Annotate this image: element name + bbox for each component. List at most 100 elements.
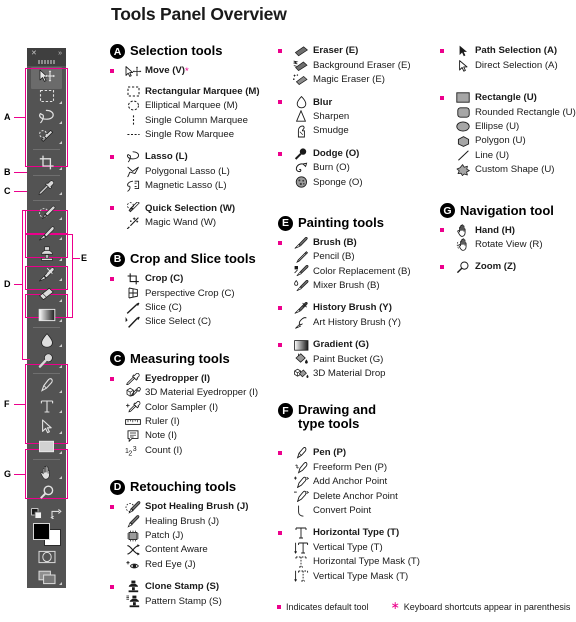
tool-row-eyedropper[interactable]: Eyedropper (I) xyxy=(110,371,278,385)
tool-row-magic-eraser[interactable]: Magic Eraser (E) xyxy=(278,73,440,87)
tool-row-rectangle[interactable]: Rectangle (U) xyxy=(440,91,576,105)
tool-row-perspective-crop[interactable]: Perspective Crop (C) xyxy=(110,286,278,300)
tool-row-note[interactable]: Note (I) xyxy=(110,429,278,443)
tool-row-vertical-type-mask[interactable]: Vertical Type Mask (T) xyxy=(278,569,440,583)
tool-row-single-column-marquee[interactable]: Single Column Marquee xyxy=(110,113,278,127)
tool-row-horizontal-type[interactable]: Horizontal Type (T) xyxy=(278,526,440,540)
toolbar-slot-clone-stamp[interactable] xyxy=(27,243,66,263)
tool-row-pencil[interactable]: Pencil (B) xyxy=(278,250,440,264)
toolbar-slot-rectangle-shape[interactable] xyxy=(27,437,66,457)
quick-mask-button[interactable] xyxy=(27,547,66,567)
tool-row-sponge[interactable]: Sponge (O) xyxy=(278,175,440,189)
toolbar-slot-pen[interactable] xyxy=(27,376,66,396)
tool-row-add-anchor-point[interactable]: Add Anchor Point xyxy=(278,475,440,489)
tool-row-color-sampler[interactable]: Color Sampler (I) xyxy=(110,400,278,414)
tool-row-color-replacement[interactable]: Color Replacement (B) xyxy=(278,264,440,278)
tool-row-move[interactable]: Move (V) * xyxy=(110,64,278,78)
toolbar-slot-quick-selection[interactable] xyxy=(27,127,66,147)
screen-mode-button[interactable] xyxy=(27,568,66,588)
tool-row-rounded-rectangle[interactable]: Rounded Rectangle (U) xyxy=(440,105,576,119)
toolbar-slot-gradient[interactable] xyxy=(27,305,66,325)
toolbar-slot-lasso[interactable] xyxy=(27,107,66,127)
tool-row-crop[interactable]: Crop (C) xyxy=(110,272,278,286)
tool-row-custom-shape[interactable]: Custom Shape (U) xyxy=(440,163,576,177)
tool-row-gradient[interactable]: Gradient (G) xyxy=(278,338,440,352)
swap-colors-icon[interactable] xyxy=(50,508,62,520)
tool-row-freeform-pen[interactable]: Freeform Pen (P) xyxy=(278,460,440,474)
tool-row-hand[interactable]: Hand (H) xyxy=(440,223,576,237)
toolbar-slot-zoom[interactable] xyxy=(27,482,66,502)
tool-row-brush[interactable]: Brush (B) xyxy=(278,236,440,250)
tool-row-spot-healing-brush[interactable]: Spot Healing Brush (J) xyxy=(110,500,278,514)
tool-row-patch[interactable]: Patch (J) xyxy=(110,529,278,543)
toolbar-slot-eyedropper[interactable] xyxy=(27,177,66,197)
toolbar-slot-marquee[interactable] xyxy=(27,86,66,106)
tool-row-path-selection[interactable]: Path Selection (A) xyxy=(440,44,576,58)
collapse-icon[interactable]: » xyxy=(58,50,62,57)
tool-row-3d-material-eyedropper[interactable]: 3D Material Eyedropper (I) xyxy=(110,386,278,400)
tool-row-blur[interactable]: Blur xyxy=(278,95,440,109)
tool-row-magnetic-lasso[interactable]: Magnetic Lasso (L) xyxy=(110,179,278,193)
tool-row-art-history-brush[interactable]: Art History Brush (Y) xyxy=(278,315,440,329)
panel-drag-grip[interactable] xyxy=(27,58,66,66)
tool-row-background-eraser[interactable]: Background Eraser (E) xyxy=(278,58,440,72)
tool-row-eraser[interactable]: Eraser (E) xyxy=(278,44,440,58)
toolbar-slot-eraser[interactable] xyxy=(27,284,66,304)
tool-row-zoom[interactable]: Zoom (Z) xyxy=(440,260,576,274)
slice-icon xyxy=(121,301,145,315)
toolbar-slot-blur[interactable] xyxy=(27,330,66,350)
tool-row-pen[interactable]: Pen (P) xyxy=(278,446,440,460)
tool-row-history-brush[interactable]: History Brush (Y) xyxy=(278,301,440,315)
default-colors-icon[interactable] xyxy=(31,508,42,520)
tool-row-slice-select[interactable]: Slice Select (C) xyxy=(110,315,278,329)
subgroup-hand: Hand (H) Rotate View (R) xyxy=(440,223,576,252)
toolbar-slot-history-brush[interactable] xyxy=(27,264,66,284)
tool-row-rotate-view[interactable]: Rotate View (R) xyxy=(440,238,576,252)
tool-row-magic-wand[interactable]: Magic Wand (W) xyxy=(110,216,278,230)
tool-row-quick-selection[interactable]: Quick Selection (W) xyxy=(110,201,278,215)
tool-row-slice[interactable]: Slice (C) xyxy=(110,301,278,315)
tool-row-content-aware[interactable]: Content Aware xyxy=(110,543,278,557)
tool-row-red-eye[interactable]: Red Eye (J) xyxy=(110,557,278,571)
tool-label: Vertical Type (T) xyxy=(313,541,383,553)
tool-label: Quick Selection (W) xyxy=(145,202,236,214)
toolbar-slot-hand[interactable] xyxy=(27,462,66,482)
tool-row-convert-point[interactable]: Convert Point xyxy=(278,504,440,518)
tool-row-mixer-brush[interactable]: Mixer Brush (B) xyxy=(278,279,440,293)
tool-row-clone-stamp[interactable]: Clone Stamp (S) xyxy=(110,580,278,594)
tool-row-direct-selection[interactable]: Direct Selection (A) xyxy=(440,58,576,72)
tool-row-horizontal-type-mask[interactable]: Horizontal Type Mask (T) xyxy=(278,555,440,569)
toolbar-slot-path-selection[interactable] xyxy=(27,416,66,436)
tool-row-dodge[interactable]: Dodge (O) xyxy=(278,146,440,160)
color-mini-controls xyxy=(27,508,66,520)
tool-row-line[interactable]: Line (U) xyxy=(440,148,576,162)
close-icon[interactable]: ✕ xyxy=(31,50,37,57)
toolbar-slot-type[interactable] xyxy=(27,396,66,416)
toolbar-slot-dodge[interactable] xyxy=(27,350,66,370)
tool-row-single-row-marquee[interactable]: Single Row Marquee xyxy=(110,128,278,142)
tool-row-vertical-type[interactable]: Vertical Type (T) xyxy=(278,540,440,554)
tool-row-elliptical-marquee[interactable]: Elliptical Marquee (M) xyxy=(110,99,278,113)
pencil-icon xyxy=(289,250,313,264)
foreground-background-swatch[interactable] xyxy=(32,522,62,547)
tool-row-sharpen[interactable]: Sharpen xyxy=(278,110,440,124)
tool-row-ruler[interactable]: Ruler (I) xyxy=(110,415,278,429)
toolbar-slot-spot-healing-brush[interactable] xyxy=(27,203,66,223)
tool-row-paint-bucket[interactable]: Paint Bucket (G) xyxy=(278,352,440,366)
tool-row-rectangular-marquee[interactable]: Rectangular Marquee (M) xyxy=(110,84,278,98)
tool-row-pattern-stamp[interactable]: Pattern Stamp (S) xyxy=(110,594,278,608)
tool-row-polygonal-lasso[interactable]: Polygonal Lasso (L) xyxy=(110,164,278,178)
toolbar-slot-brush[interactable] xyxy=(27,223,66,243)
tool-row-smudge[interactable]: Smudge xyxy=(278,124,440,138)
tool-row-polygon[interactable]: Polygon (U) xyxy=(440,134,576,148)
toolbar-slot-move[interactable] xyxy=(27,66,66,89)
tool-row-lasso[interactable]: Lasso (L) xyxy=(110,150,278,164)
tool-row-delete-anchor-point[interactable]: Delete Anchor Point xyxy=(278,489,440,503)
tool-row-healing-brush[interactable]: Healing Brush (J) xyxy=(110,514,278,528)
tool-row-burn[interactable]: Burn (O) xyxy=(278,161,440,175)
tool-row-ellipse[interactable]: Ellipse (U) xyxy=(440,120,576,134)
tool-row-3d-material-drop[interactable]: 3D Material Drop xyxy=(278,367,440,381)
svg-text:2: 2 xyxy=(128,450,132,456)
tool-row-count[interactable]: 123 Count (I) xyxy=(110,443,278,457)
toolbar-slot-crop[interactable] xyxy=(27,152,66,172)
